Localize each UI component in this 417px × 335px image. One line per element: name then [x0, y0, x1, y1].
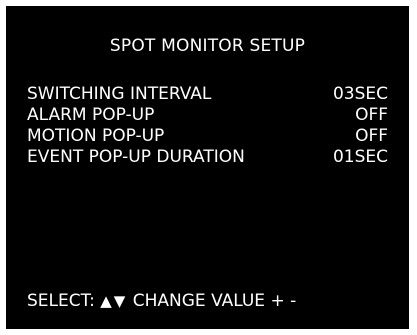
menu-item-label: ALARM POP-UP: [27, 105, 155, 125]
menu-item-value[interactable]: 03SEC: [333, 84, 388, 105]
help-footer: SELECT: ▲▼ CHANGE VALUE + -: [27, 291, 296, 311]
menu-item-label: MOTION POP-UP: [27, 126, 165, 146]
menu-item-motion-popup[interactable]: MOTION POP-UP OFF: [27, 126, 388, 147]
menu-item-value[interactable]: OFF: [355, 105, 388, 126]
menu-title: SPOT MONITOR SETUP: [109, 36, 306, 56]
menu-item-label: SWITCHING INTERVAL: [27, 84, 212, 104]
menu-item-switching-interval[interactable]: SWITCHING INTERVAL 03SEC: [27, 84, 388, 105]
menu-item-label: EVENT POP-UP DURATION: [27, 147, 245, 167]
change-value-hint: CHANGE VALUE + -: [132, 291, 297, 311]
menu-item-event-popup-duration[interactable]: EVENT POP-UP DURATION 01SEC: [27, 147, 388, 168]
menu-item-value[interactable]: OFF: [355, 126, 388, 147]
up-down-arrows-icon: ▲▼: [100, 292, 128, 310]
osd-screen: SPOT MONITOR SETUP SWITCHING INTERVAL 03…: [6, 6, 409, 329]
menu-item-alarm-popup[interactable]: ALARM POP-UP OFF: [27, 105, 388, 126]
select-hint-label: SELECT:: [27, 291, 95, 311]
menu-item-value[interactable]: 01SEC: [333, 147, 388, 168]
settings-menu: SWITCHING INTERVAL 03SEC ALARM POP-UP OF…: [27, 84, 388, 168]
